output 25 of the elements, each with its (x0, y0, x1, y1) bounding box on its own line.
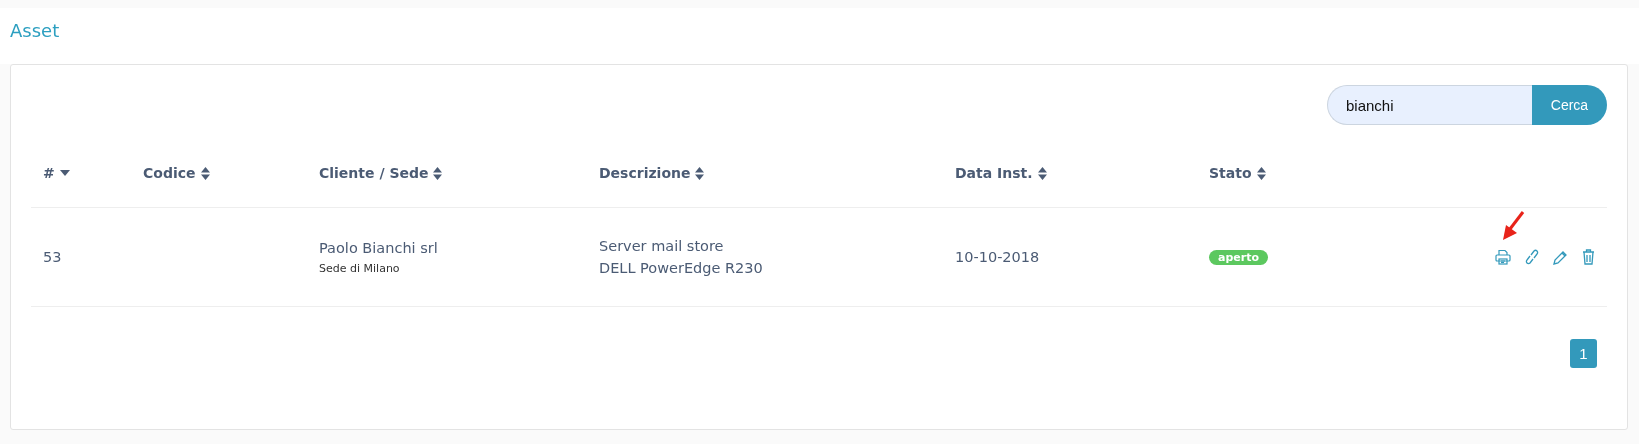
table-cell: 53 (43, 249, 62, 265)
sort-descending-icon[interactable] (59, 170, 70, 176)
column-header[interactable]: Descrizione (599, 165, 691, 181)
column-header[interactable]: Data Inst. (955, 165, 1033, 181)
column-header[interactable]: # (43, 165, 55, 181)
sort-icon[interactable] (200, 166, 210, 180)
link-icon[interactable] (1525, 249, 1539, 265)
column-header[interactable]: Codice (143, 165, 196, 181)
column-header[interactable]: Cliente / Sede (319, 165, 429, 181)
description-line: DELL PowerEdge R230 (599, 260, 764, 276)
sort-icon[interactable] (695, 166, 705, 180)
client-name: Paolo Bianchi srl (319, 239, 439, 256)
table-cell: 10-10-2018 (955, 249, 1040, 265)
description-line: Server mail store (599, 238, 725, 254)
sort-icon[interactable] (1037, 166, 1047, 180)
site-name: Sede di Milano (319, 261, 401, 275)
sort-icon[interactable] (433, 166, 443, 180)
search-field[interactable]: bianchi (1327, 85, 1532, 125)
sort-icon[interactable] (1256, 166, 1266, 180)
delete-icon[interactable] (1582, 249, 1595, 265)
status-badge: aperto (1209, 249, 1268, 265)
page-title: Asset (0, 8, 1639, 64)
edit-icon[interactable] (1553, 249, 1568, 265)
print-icon[interactable] (1495, 249, 1511, 265)
column-header[interactable]: Stato (1209, 165, 1252, 181)
